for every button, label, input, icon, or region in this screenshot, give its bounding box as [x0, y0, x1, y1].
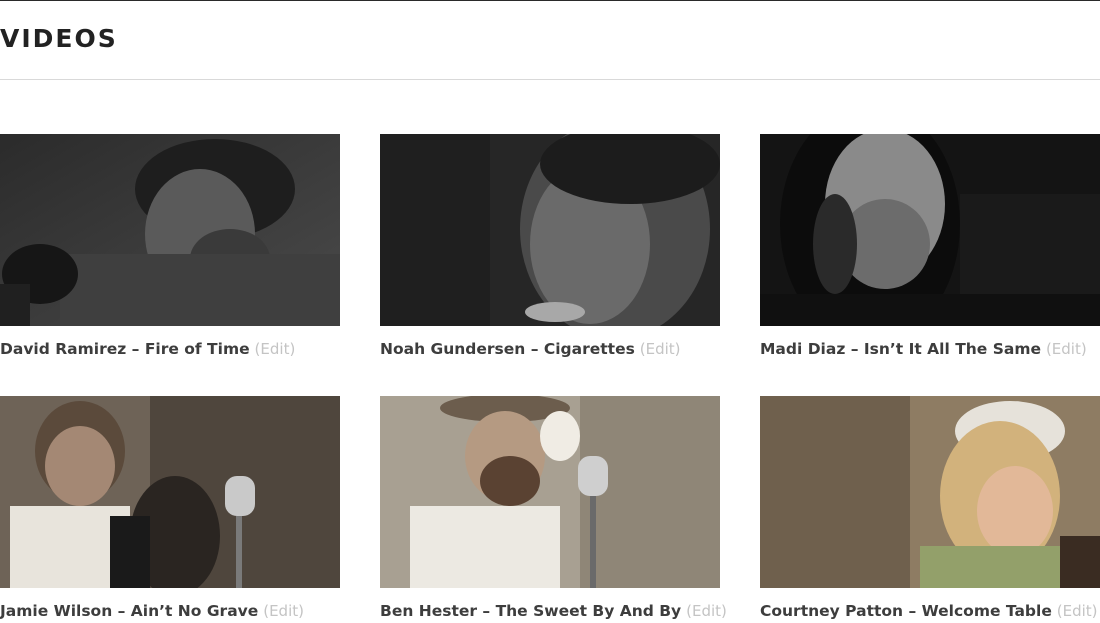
page-header: VIDEOS — [0, 0, 1100, 80]
video-thumbnail-image — [760, 396, 1100, 588]
video-thumbnail[interactable] — [380, 134, 720, 326]
edit-link[interactable]: (Edit) — [686, 602, 727, 620]
video-caption: Jamie Wilson – Ain’t No Grave (Edit) — [0, 601, 340, 621]
video-thumbnail-image — [0, 134, 340, 326]
videos-page: VIDEOS David Ramirez – Fire of Time (Edi… — [0, 0, 1100, 623]
video-title-link[interactable]: Noah Gundersen – Cigarettes — [380, 340, 635, 358]
edit-link[interactable]: (Edit) — [640, 340, 681, 358]
video-thumbnail-image — [760, 134, 1100, 326]
video-card: Jamie Wilson – Ain’t No Grave (Edit) — [0, 396, 340, 621]
video-title-link[interactable]: Madi Diaz – Isn’t It All The Same — [760, 340, 1041, 358]
video-title-link[interactable]: Ben Hester – The Sweet By And By — [380, 602, 681, 620]
video-thumbnail-image — [380, 396, 720, 588]
video-card: Courtney Patton – Welcome Table (Edit) — [760, 396, 1100, 621]
video-thumbnail[interactable] — [0, 396, 340, 588]
video-thumbnail[interactable] — [380, 396, 720, 588]
video-card: Ben Hester – The Sweet By And By (Edit) — [380, 396, 727, 621]
video-card: David Ramirez – Fire of Time (Edit) — [0, 134, 340, 359]
video-caption: Noah Gundersen – Cigarettes (Edit) — [380, 339, 720, 359]
video-thumbnail[interactable] — [0, 134, 340, 326]
video-thumbnail-image — [380, 134, 720, 326]
page-title: VIDEOS — [0, 24, 118, 53]
video-title-link[interactable]: Jamie Wilson – Ain’t No Grave — [0, 602, 258, 620]
video-card: Noah Gundersen – Cigarettes (Edit) — [380, 134, 720, 359]
video-caption: David Ramirez – Fire of Time (Edit) — [0, 339, 340, 359]
video-title-link[interactable]: David Ramirez – Fire of Time — [0, 340, 250, 358]
video-thumbnail-image — [0, 396, 340, 588]
video-caption: Madi Diaz – Isn’t It All The Same (Edit) — [760, 339, 1100, 359]
edit-link[interactable]: (Edit) — [1046, 340, 1087, 358]
video-thumbnail[interactable] — [760, 134, 1100, 326]
video-thumbnail[interactable] — [760, 396, 1100, 588]
edit-link[interactable]: (Edit) — [1057, 602, 1098, 620]
video-title-link[interactable]: Courtney Patton – Welcome Table — [760, 602, 1052, 620]
video-card: Madi Diaz – Isn’t It All The Same (Edit) — [760, 134, 1100, 359]
video-caption: Courtney Patton – Welcome Table (Edit) — [760, 601, 1100, 621]
video-caption: Ben Hester – The Sweet By And By (Edit) — [380, 601, 727, 621]
edit-link[interactable]: (Edit) — [263, 602, 304, 620]
edit-link[interactable]: (Edit) — [255, 340, 296, 358]
